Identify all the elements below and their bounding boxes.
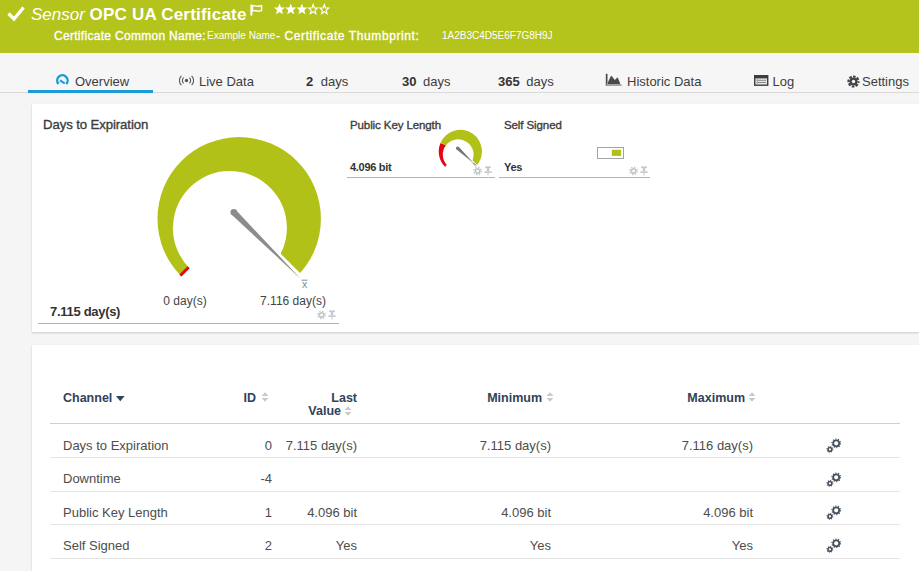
- svg-text:x: x: [302, 278, 308, 290]
